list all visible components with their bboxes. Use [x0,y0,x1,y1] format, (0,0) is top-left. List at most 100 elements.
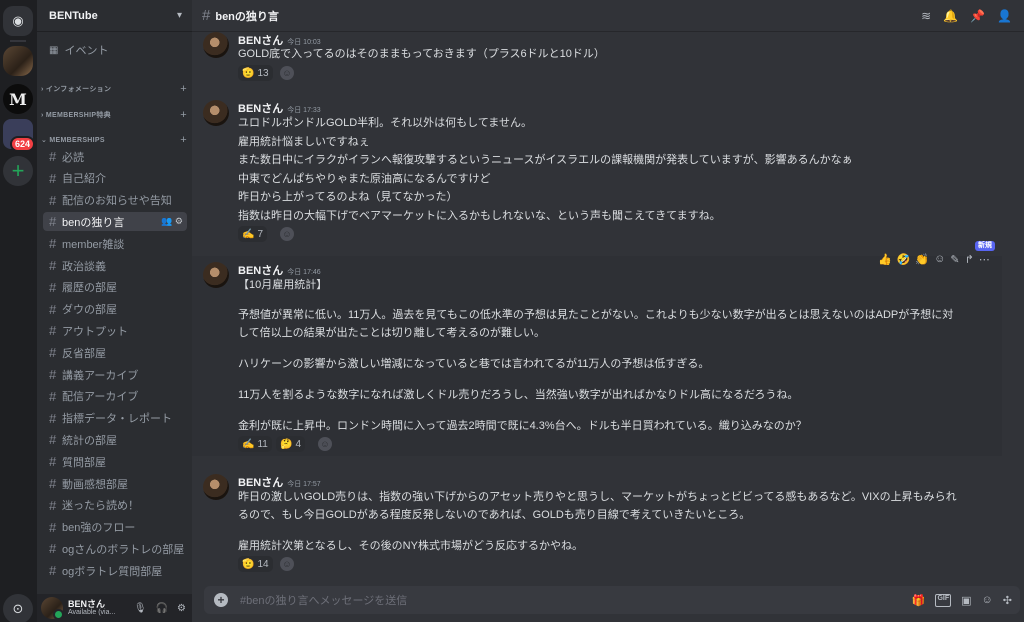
reaction-button[interactable]: 🫡 14 [238,556,273,572]
chevron-down-icon: ▾ [176,10,182,21]
avatar[interactable] [203,32,229,58]
channel-item[interactable]: # アウトプット [43,321,187,340]
apps-icon[interactable]: ✣ [1003,594,1012,607]
channel-item[interactable]: # ogさんのボラトレの部屋 [43,539,187,558]
server-icon-m[interactable]: M [3,84,33,114]
channel-item[interactable]: # 反省部屋 [43,343,187,362]
add-reaction-icon[interactable]: ☺ [280,557,294,571]
gif-icon[interactable]: GIF [935,593,952,607]
message[interactable]: BENさん 今日 17:57 昨日の激しいGOLD売りは、指数の強い下げからのアセッ… [192,468,1002,576]
add-attachment-icon[interactable]: + [214,593,228,607]
hash-icon: # [49,563,57,579]
channel-item[interactable]: # 配信アーカイブ [43,387,187,406]
channel-item[interactable]: # 講義アーカイブ [43,365,187,384]
channel-item[interactable]: # 自己紹介 [43,169,187,188]
channel-label: ben強のフロー [62,522,136,535]
reply-icon[interactable]: ↱ [965,253,974,266]
timestamp: 今日 17:33 [287,107,321,114]
channel-item[interactable]: # benの独り言 👥 ⚙ [43,212,187,232]
channel-label: 質問部屋 [62,456,106,469]
reaction-count: 7 [257,228,264,240]
clap-icon[interactable]: 👏 [915,253,929,266]
new-badge: 新規 [975,241,995,251]
gift-icon[interactable]: 🎁 [912,594,926,607]
add-reaction-icon[interactable]: ☺ [280,66,294,80]
channel-item[interactable]: # 質問部屋 [43,452,187,471]
message-line: 金利が既に上昇中。ロンドン時間に入って過去2時間で既に4.3%台へ。ドルも半日買… [238,420,807,432]
guild-name: BENTube [49,9,98,22]
message-line: 11万人を割るような数字になれば激しくドル売りだろうし、当然強い数字が出ればかな… [238,389,799,401]
message[interactable]: BENさん 今日 17:46 【10月雇用統計】 予想値が異常に低い。11万人。過去を… [192,256,1002,456]
add-reaction-icon[interactable]: ☺ [318,437,332,451]
message-composer: + #benの独り言へメッセージを送信 🎁 GIF ▣ ☺ ✣ [204,586,1020,614]
channel-item[interactable]: # 動画感想部屋 [43,474,187,493]
channel-item[interactable]: # ダウの部屋 [43,300,187,319]
avatar[interactable] [41,597,64,620]
server-icon-bentube[interactable] [3,46,33,76]
timestamp: 今日 17:57 [287,481,321,488]
message-line: るので、もし今日GOLDがある程度反発しないのであれば、GOLDも売り目線で考え… [238,509,751,521]
microphone-icon[interactable]: 🎙 [134,603,147,614]
headphones-icon[interactable]: 🎧 [156,603,168,614]
channel-label: 配信のお知らせや告知 [62,195,172,208]
members-icon[interactable]: 👤 [997,9,1012,23]
mention-badge: 624 [10,136,36,152]
channel-item[interactable]: # 履歴の部屋 [43,278,187,297]
user-panel: BENさん Available (via... 🎙 🎧 ⚙ [37,594,192,622]
channel-item[interactable]: # 配信のお知らせや告知 [43,191,187,210]
emoji-icon[interactable]: ☺ [982,594,993,607]
message[interactable]: BENさん 今日 17:33 ユロドルポンドルGOLD半利。それ以外は何もしてません… [192,96,1002,244]
reaction-count: 14 [257,558,269,570]
add-channel-icon[interactable]: + [180,83,187,95]
sticker-icon[interactable]: ▣ [961,594,971,607]
events-link[interactable]: ▦ イベント [43,42,108,58]
message-line: 指数は昨日の大幅下げでベアマーケットに入るかもしれないな、という声も聞こえてきて… [238,210,721,222]
category-memberships[interactable]: ⌄ MEMBERSHIPS + [41,134,187,146]
channel-settings-icon[interactable]: 👥 ⚙ [161,216,183,227]
add-server-icon[interactable]: + [3,156,33,186]
rail-separator [10,40,26,42]
events-label: イベント [64,45,109,57]
add-reaction-icon[interactable]: ☺ [934,253,945,265]
reaction-button[interactable]: 🤔 4 [276,436,306,452]
category-membership-perks[interactable]: › MEMBERSHIP特典 + [41,109,187,121]
guild-header[interactable]: BENTube ▾ [37,0,192,32]
channel-item[interactable]: # 統計の部屋 [43,430,187,449]
channel-item[interactable]: # ogボラトレ質問部屋 [43,561,187,580]
add-channel-icon[interactable]: + [180,134,187,146]
avatar[interactable] [203,100,229,126]
channel-item[interactable]: # 必読 [43,147,187,166]
avatar[interactable] [203,474,229,500]
category-information[interactable]: › インフォメーション + [41,83,187,95]
message-input[interactable]: #benの独り言へメッセージを送信 [240,592,407,608]
hash-icon: # [49,476,57,491]
add-reaction-icon[interactable]: ☺ [280,227,294,241]
add-channel-icon[interactable]: + [180,109,187,121]
message-line: して倍以上の結果が出たことは切り離して考えるのが難しい。 [238,327,546,339]
channel-item[interactable]: # ben強のフロー [43,518,187,537]
message-hover-toolbar: 👍 🤣 👏 ☺ ✎ ↱ ⋯ [878,251,990,267]
discord-home-icon[interactable]: ◉ [3,6,33,36]
message[interactable]: BENさん 今日 10:03 GOLD底で入ってるのはそのままもっておきます（プラス… [192,30,1002,84]
pin-icon[interactable]: 📌 [970,9,985,23]
reaction-count: 11 [257,438,268,450]
hash-icon: # [49,432,57,448]
bell-icon[interactable]: 🔔 [943,9,958,23]
discover-icon[interactable]: ⊙ [3,594,33,622]
thumbs-up-icon[interactable]: 👍 [878,253,892,266]
channel-item[interactable]: # 政治談義 [43,256,187,275]
calendar-icon: ▦ [49,44,59,56]
reaction-button[interactable]: 🫡 13 [238,65,273,81]
avatar[interactable] [203,262,229,288]
more-icon[interactable]: ⋯ [979,253,990,266]
channel-label: ダウの部屋 [62,304,117,317]
threads-icon[interactable]: ≋ [921,9,931,23]
edit-icon[interactable]: ✎ [950,253,959,266]
reaction-button[interactable]: ✍️ 11 [238,436,272,452]
channel-item[interactable]: # 指標データ・レポート [43,409,187,428]
channel-item[interactable]: # 迷ったら読め！ [43,496,187,515]
reaction-button[interactable]: ✍️ 7 [238,226,268,242]
gear-icon[interactable]: ⚙ [177,603,186,614]
channel-item[interactable]: # member雑談 [43,234,187,253]
laughing-emoji-icon[interactable]: 🤣 [897,253,911,266]
